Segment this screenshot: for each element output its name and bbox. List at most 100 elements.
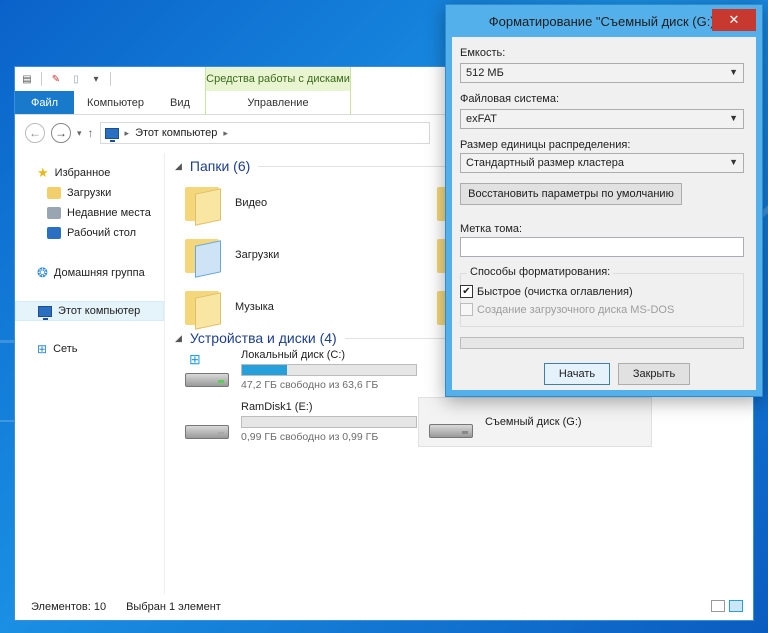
- music-folder-icon: [185, 287, 221, 330]
- up-arrow-icon[interactable]: ↑: [88, 126, 94, 140]
- drive-free-space: 47,2 ГБ свободно из 63,6 ГБ: [241, 379, 379, 391]
- tab-manage[interactable]: Управление: [205, 91, 351, 115]
- folder-music[interactable]: Музыка: [185, 287, 274, 330]
- drive-g[interactable]: Съемный диск (G:): [418, 397, 652, 447]
- cluster-size-select[interactable]: Стандартный размер кластера ▼: [460, 153, 744, 173]
- drive-name: Съемный диск (G:): [485, 416, 582, 428]
- navigation-pane: ★ Избранное Загрузки Недавние места Рабо…: [15, 153, 165, 594]
- filesystem-select[interactable]: exFAT ▼: [460, 109, 744, 129]
- drive-e[interactable]: RamDisk1 (E:) 0,99 ГБ свободно из 0,99 Г…: [185, 401, 417, 443]
- checkmark-icon: ✔: [460, 285, 473, 298]
- restore-defaults-button[interactable]: Восстановить параметры по умолчанию: [460, 183, 682, 205]
- nav-label: Недавние места: [67, 207, 151, 219]
- nav-homegroup[interactable]: ❂ Домашняя группа: [15, 263, 164, 283]
- nav-favorites[interactable]: ★ Избранное: [15, 163, 164, 183]
- quick-format-checkbox[interactable]: ✔ Быстрое (очистка оглавления): [460, 285, 633, 298]
- computer-icon: [38, 305, 52, 320]
- filesystem-label: Файловая система:: [460, 93, 560, 105]
- star-icon: ★: [37, 165, 49, 180]
- nav-downloads[interactable]: Загрузки: [15, 183, 164, 203]
- cluster-size-label: Размер единицы распределения:: [460, 139, 631, 151]
- close-button[interactable]: Закрыть: [618, 363, 690, 385]
- computer-icon: [104, 127, 119, 142]
- drive-free-space: 0,99 ГБ свободно из 0,99 ГБ: [241, 431, 379, 443]
- capacity-label: Емкость:: [460, 47, 506, 59]
- nav-network[interactable]: ⊞ Сеть: [15, 339, 164, 359]
- video-folder-icon: [185, 183, 221, 226]
- status-bar: Элементов: 10 Выбран 1 элемент: [15, 594, 753, 620]
- format-options-group: Способы форматирования:: [460, 266, 744, 327]
- address-box[interactable]: ▸ Этот компьютер ▸: [99, 122, 430, 144]
- homegroup-icon: ❂: [37, 265, 48, 280]
- cluster-size-value: Стандартный размер кластера: [466, 157, 624, 169]
- group-title: Папки (6): [189, 158, 251, 174]
- group-title: Устройства и диски (4): [189, 330, 337, 346]
- network-icon: ⊞: [37, 342, 48, 356]
- drive-name: RamDisk1 (E:): [241, 401, 313, 413]
- tab-view[interactable]: Вид: [157, 91, 203, 114]
- large-icons-view-icon[interactable]: [729, 600, 743, 612]
- quick-format-label: Быстрое (очистка оглавления): [477, 285, 633, 298]
- nav-label: Загрузки: [67, 187, 112, 199]
- format-dialog: Форматирование "Съемный диск (G:)" ✕ Емк…: [445, 4, 763, 397]
- folder-video[interactable]: Видео: [185, 183, 268, 226]
- volume-label-label: Метка тома:: [460, 223, 523, 235]
- nav-desktop[interactable]: Рабочий стол: [15, 223, 164, 243]
- volume-label-input[interactable]: [460, 237, 744, 257]
- drive-icon: [185, 409, 231, 439]
- chevron-down-icon: ▼: [729, 113, 738, 123]
- windows-drive-icon: ⊞: [185, 351, 231, 387]
- desktop-icon: [47, 227, 61, 239]
- close-icon[interactable]: ✕: [712, 9, 756, 31]
- folder-label: Музыка: [235, 301, 274, 313]
- capacity-select[interactable]: 512 МБ ▼: [460, 63, 744, 83]
- tab-file[interactable]: Файл: [15, 91, 75, 114]
- forward-button[interactable]: →: [51, 123, 71, 143]
- drive-usage-bar: [241, 416, 417, 428]
- window-icon[interactable]: ▤: [19, 72, 35, 86]
- nav-this-pc[interactable]: Этот компьютер: [15, 301, 164, 321]
- downloads-folder-icon: [185, 235, 221, 278]
- removable-drive-icon: [429, 408, 475, 438]
- tab-computer[interactable]: Компьютер: [74, 91, 157, 114]
- selection-count: Выбран 1 элемент: [126, 601, 221, 613]
- folder-downloads[interactable]: Загрузки: [185, 235, 280, 278]
- start-button[interactable]: Начать: [544, 363, 610, 385]
- chevron-down-icon: ▼: [729, 157, 738, 167]
- capacity-value: 512 МБ: [466, 67, 504, 79]
- folder-label: Видео: [235, 197, 268, 209]
- drive-c[interactable]: ⊞ Локальный диск (C:) 47,2 ГБ свободно и…: [185, 349, 417, 391]
- filesystem-value: exFAT: [466, 113, 497, 125]
- recent-places-icon: [47, 207, 61, 219]
- recent-locations-icon[interactable]: ▾: [77, 128, 82, 139]
- breadcrumb-chevron-icon: ▸: [124, 127, 130, 138]
- breadcrumb-chevron-icon: ▸: [223, 127, 228, 138]
- collapse-chevron-icon[interactable]: ◢: [175, 333, 182, 344]
- folder-label: Загрузки: [235, 249, 280, 261]
- nav-label: Избранное: [54, 167, 111, 179]
- nav-label: Рабочий стол: [67, 227, 137, 239]
- nav-label: Домашняя группа: [53, 267, 145, 279]
- nav-recent[interactable]: Недавние места: [15, 203, 164, 223]
- disk-tools-context-title: Средства работы с дисками: [205, 67, 351, 91]
- new-folder-icon[interactable]: ▯: [68, 72, 84, 86]
- collapse-chevron-icon[interactable]: ◢: [175, 161, 182, 172]
- msdos-boot-label: Создание загрузочного диска MS-DOS: [477, 303, 675, 316]
- chevron-down-icon: ▼: [729, 67, 738, 77]
- dialog-title: Форматирование "Съемный диск (G:)": [488, 13, 720, 29]
- back-button[interactable]: ←: [25, 123, 45, 143]
- downloads-icon: [47, 187, 61, 199]
- item-count: Элементов: 10: [31, 601, 107, 613]
- details-view-icon[interactable]: [711, 600, 725, 612]
- drive-name: Локальный диск (C:): [241, 349, 346, 361]
- breadcrumb[interactable]: Этот компьютер: [135, 127, 217, 139]
- nav-label: Этот компьютер: [58, 305, 141, 317]
- checkbox-icon: [460, 303, 473, 316]
- msdos-boot-checkbox[interactable]: Создание загрузочного диска MS-DOS: [460, 303, 674, 316]
- format-options-legend: Способы форматирования:: [467, 266, 614, 278]
- nav-label: Сеть: [53, 343, 78, 355]
- format-progress-bar: [460, 337, 744, 349]
- properties-icon[interactable]: ✎: [48, 72, 64, 86]
- customize-dropdown-icon[interactable]: ▾: [88, 72, 104, 86]
- drive-usage-bar: [241, 364, 417, 376]
